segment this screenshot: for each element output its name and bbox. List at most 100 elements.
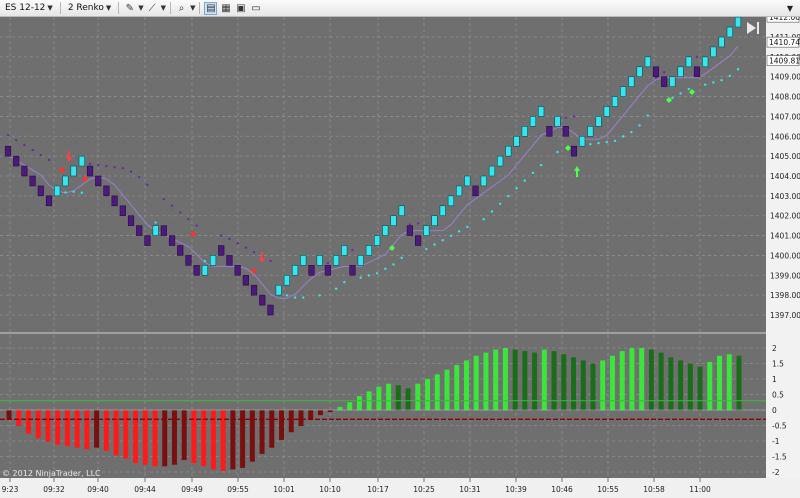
renko-brick-down: [185, 255, 192, 266]
renko-brick-up: [431, 215, 438, 226]
price-tick-label: 1403.00: [770, 192, 800, 201]
renko-brick-up: [374, 235, 381, 246]
renko-brick-up: [505, 145, 512, 157]
histogram-bar: [103, 410, 109, 451]
histogram-bar: [171, 410, 177, 465]
price-tick-label: 1401.00: [770, 232, 800, 241]
histogram-bar: [55, 410, 61, 445]
histogram-bar: [152, 410, 158, 467]
trailing-stop-dot: [252, 250, 256, 254]
trailing-stop-dot: [129, 170, 133, 173]
histogram-bar: [35, 410, 41, 439]
osc-tick-label: 0: [772, 406, 777, 415]
ruler-icon[interactable]: ⟋: [146, 2, 159, 15]
trailing-stop-dot: [351, 248, 354, 252]
renko-brick-up: [291, 265, 299, 276]
trailing-stop-dot: [15, 138, 18, 142]
trailing-stop-dot: [457, 230, 461, 233]
trailing-stop-dot: [564, 116, 567, 119]
trailing-stop-dot: [97, 163, 100, 167]
price-tick-label: 1405.00: [770, 152, 800, 161]
renko-brick-up: [726, 26, 733, 38]
trailing-stop-dot: [31, 148, 34, 152]
trailing-stop-dot: [687, 87, 690, 91]
trailing-stop-dot: [662, 71, 666, 74]
renko-brick-up: [357, 255, 364, 266]
trailing-stop-dot: [531, 171, 535, 175]
renko-brick-down: [259, 294, 266, 306]
histogram-bar: [162, 410, 168, 467]
chevron-down-icon: ▼: [47, 4, 53, 12]
renko-brick-up: [628, 76, 635, 87]
renko-brick-up: [152, 225, 159, 236]
trailing-stop-dot: [195, 224, 198, 227]
screenshot-icon[interactable]: ▭: [249, 2, 262, 15]
renko-brick-up: [316, 255, 323, 266]
renko-brick-down: [267, 304, 274, 316]
time-tick-label: 11:00: [689, 485, 711, 494]
renko-brick-up: [595, 116, 602, 127]
chevron-down-icon[interactable]: ▼: [138, 4, 143, 12]
time-tick-label: 10:58: [643, 485, 665, 494]
osc-tick-label: -1: [772, 437, 780, 446]
histogram-bar: [648, 349, 654, 411]
renko-brick-up: [677, 66, 684, 78]
collapse-toolbar-icon[interactable]: ▼: [784, 2, 796, 14]
chevron-down-icon[interactable]: ▼: [190, 4, 195, 12]
chevron-down-icon[interactable]: ▼: [161, 4, 166, 12]
properties-icon[interactable]: ▤: [204, 1, 218, 15]
histogram-bar: [279, 410, 285, 440]
trailing-stop-dot: [515, 187, 518, 190]
renko-brick-up: [201, 265, 208, 276]
trailing-stop-dot: [343, 280, 346, 284]
renko-brick-up: [636, 66, 643, 78]
renko-brick-down: [324, 265, 331, 276]
histogram-bar: [434, 374, 440, 411]
trailing-stop-dot: [236, 242, 239, 245]
renko-brick-up: [54, 185, 61, 197]
renko-brick-down: [4, 145, 12, 157]
renko-brick-up: [513, 135, 520, 147]
trailing-stop-dot: [441, 238, 444, 242]
histogram-bar: [658, 352, 664, 411]
renko-brick-down: [127, 215, 135, 226]
renko-brick-down: [415, 235, 422, 246]
renko-brick-down: [160, 225, 167, 236]
histogram-bar: [609, 355, 615, 411]
bar-type-selector[interactable]: 2 Renko ▼: [65, 2, 114, 15]
pencil-icon[interactable]: ✎: [123, 2, 136, 15]
time-tick-label: 9:23: [2, 485, 19, 494]
histogram-bar: [298, 410, 304, 426]
trailing-stop-dot: [80, 191, 84, 194]
trailing-stop-dot: [646, 114, 649, 117]
instrument-selector[interactable]: ES 12-12 ▼: [2, 2, 56, 15]
renko-brick-down: [193, 265, 200, 276]
time-tick-label: 10:39: [505, 485, 527, 494]
trailing-stop-dot: [23, 143, 26, 147]
renko-brick-down: [570, 145, 578, 157]
histogram-bar: [600, 360, 606, 411]
renko-brick-down: [242, 274, 249, 286]
price-tick-label: 1407.00: [770, 112, 800, 121]
renko-brick-down: [562, 126, 569, 137]
time-tick-label: 10:25: [413, 485, 435, 494]
renko-brick-up: [480, 175, 487, 187]
zoom-icon[interactable]: ⌕: [175, 2, 188, 15]
renko-brick-up: [423, 225, 430, 236]
histogram-bar: [395, 385, 401, 411]
trailing-stop-dot: [121, 167, 125, 170]
trailing-stop-dot: [539, 163, 543, 167]
renko-brick-down: [218, 245, 225, 256]
histogram-bar: [386, 383, 392, 411]
chart-canvas[interactable]: 1411.001410.001409.001408.001407.001406.…: [0, 17, 800, 498]
renko-brick-down: [406, 225, 414, 236]
trailing-stop-dot: [589, 143, 592, 146]
renko-brick-down: [86, 165, 94, 177]
data-box-icon[interactable]: ▦: [219, 2, 232, 15]
renko-brick-up: [283, 274, 290, 286]
chart-trader-icon[interactable]: ▣: [234, 2, 247, 15]
trailing-stop-dot: [556, 150, 559, 154]
time-tick-label: 10:55: [597, 485, 619, 494]
trailing-stop-dot: [359, 276, 362, 279]
histogram-bar: [512, 349, 518, 411]
